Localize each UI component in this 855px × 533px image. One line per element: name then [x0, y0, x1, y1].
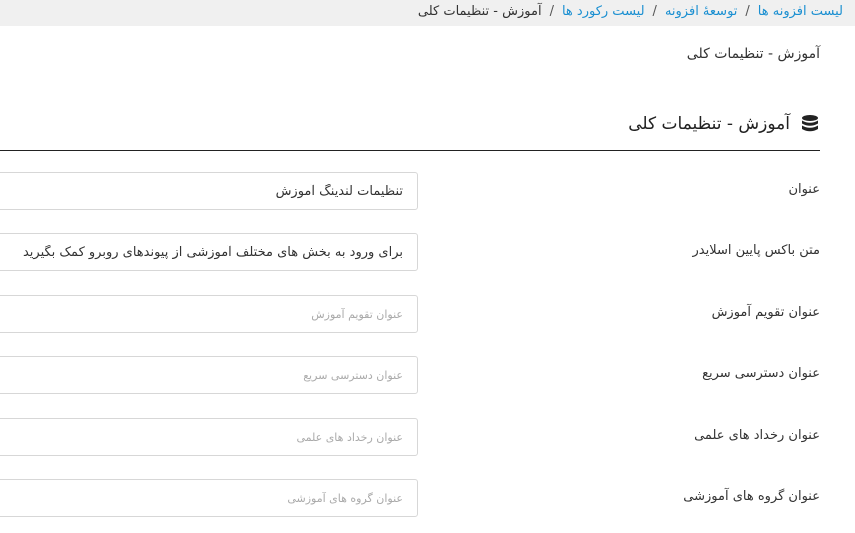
quick-access-title-input[interactable] — [0, 356, 418, 394]
field-label: عنوان — [788, 182, 820, 197]
breadcrumb-link-plugins[interactable]: لیست افزونه ها — [758, 4, 843, 19]
field-label: عنوان رخداد های علمی — [694, 428, 820, 443]
section-title: آموزش - تنظیمات کلی — [628, 114, 790, 134]
breadcrumb-current: آموزش - تنظیمات کلی — [417, 4, 542, 19]
field-label: عنوان گروه های آموزشی — [683, 489, 820, 504]
database-icon — [800, 114, 820, 134]
breadcrumb-separator: / — [652, 4, 657, 19]
section-header: آموزش - تنظیمات کلی — [628, 114, 820, 134]
field-label: عنوان تقویم آموزش — [711, 305, 820, 320]
slider-box-text-input[interactable] — [0, 233, 418, 271]
breadcrumb-link-plugin-dev[interactable]: توسعهٔ افزونه — [665, 4, 737, 19]
form-row-quick-access-title: عنوان دسترسی سریع — [0, 356, 855, 396]
form-row-events-title: عنوان رخداد های علمی — [0, 418, 855, 458]
breadcrumb-separator: / — [745, 4, 750, 19]
form-row-groups-title: عنوان گروه های آموزشی — [0, 479, 855, 519]
breadcrumb-bar: لیست افزونه ها / توسعهٔ افزونه / لیست رکورد … — [0, 0, 855, 26]
scientific-events-title-input[interactable] — [0, 418, 418, 456]
breadcrumb-link-records[interactable]: لیست رکورد ها — [562, 4, 645, 19]
form-row-title: عنوان — [0, 172, 855, 212]
breadcrumb: لیست افزونه ها / توسعهٔ افزونه / لیست رکورد … — [418, 3, 843, 21]
educational-groups-title-input[interactable] — [0, 479, 418, 517]
form-row-calendar-title: عنوان تقویم آموزش — [0, 295, 855, 335]
calendar-title-input[interactable] — [0, 295, 418, 333]
field-label: عنوان دسترسی سریع — [702, 366, 820, 381]
page-title: آموزش - تنظیمات کلی — [686, 46, 820, 62]
field-label: متن باکس پایین اسلایدر — [692, 243, 820, 258]
form-row-slider-text: متن باکس پایین اسلایدر — [0, 233, 855, 273]
breadcrumb-separator: / — [549, 4, 554, 19]
title-input[interactable] — [0, 172, 418, 210]
section-divider — [0, 150, 820, 151]
